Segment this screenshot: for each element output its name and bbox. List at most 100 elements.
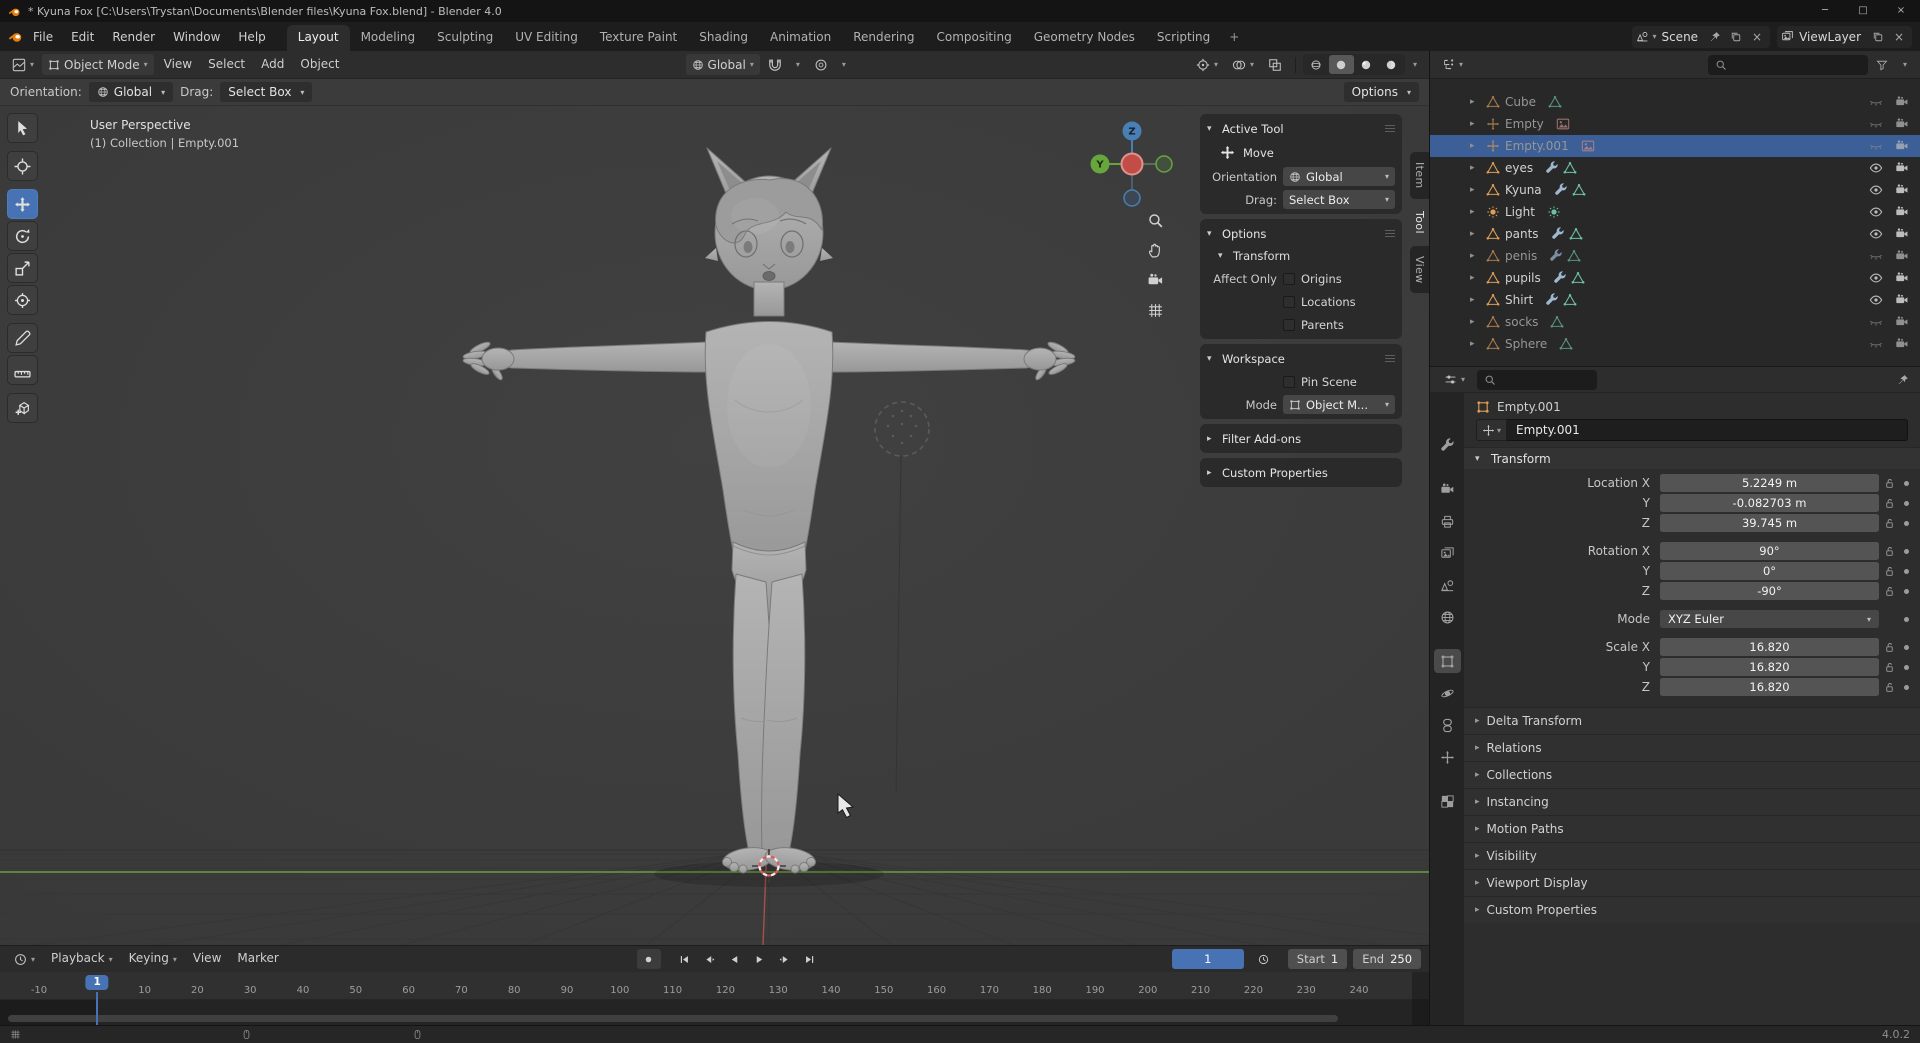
camera-view-button[interactable] bbox=[1147, 272, 1164, 289]
proportional-options-button[interactable]: ▾ bbox=[836, 58, 852, 71]
panel-header-filter-addons[interactable]: ▸ Filter Add-ons bbox=[1207, 427, 1395, 450]
disable-in-renders-toggle[interactable] bbox=[1891, 117, 1912, 131]
disable-in-renders-toggle[interactable] bbox=[1891, 227, 1912, 241]
checkbox[interactable] bbox=[1283, 319, 1295, 331]
play-button[interactable] bbox=[748, 949, 772, 969]
menu-edit[interactable]: Edit bbox=[62, 23, 103, 51]
timeline-menu-keying[interactable]: Keying▾ bbox=[121, 945, 185, 973]
shading-solid-button[interactable] bbox=[1329, 55, 1354, 74]
animate-toggle[interactable] bbox=[1899, 549, 1914, 554]
lock-toggle[interactable] bbox=[1879, 518, 1899, 529]
checkbox[interactable] bbox=[1283, 296, 1295, 308]
menu-window[interactable]: Window bbox=[164, 23, 229, 51]
view-layer-selector[interactable]: ViewLayer × bbox=[1777, 26, 1912, 48]
expand-icon[interactable]: ▸ bbox=[1470, 295, 1481, 305]
panel-delta-transform[interactable]: ▸Delta Transform bbox=[1464, 707, 1920, 734]
hide-in-viewport-toggle[interactable] bbox=[1865, 183, 1886, 197]
outliner-row-cube[interactable]: ▸Cube bbox=[1430, 91, 1920, 113]
hide-in-viewport-toggle[interactable] bbox=[1865, 249, 1886, 263]
hide-in-viewport-toggle[interactable] bbox=[1865, 117, 1886, 131]
start-frame-field[interactable]: Start 1 bbox=[1288, 949, 1347, 969]
checkbox[interactable] bbox=[1283, 273, 1295, 285]
expand-icon[interactable]: ▸ bbox=[1470, 317, 1481, 327]
outliner-row-empty-001[interactable]: ▸Empty.001 bbox=[1430, 135, 1920, 157]
outliner-row-socks[interactable]: ▸socks bbox=[1430, 311, 1920, 333]
panel-header-custom-properties[interactable]: ▸ Custom Properties bbox=[1207, 461, 1395, 484]
z-value-field[interactable]: 39.745 m bbox=[1660, 514, 1879, 532]
lock-toggle[interactable] bbox=[1879, 682, 1899, 693]
toggle-xray-button[interactable] bbox=[1262, 56, 1288, 74]
panel-motion-paths[interactable]: ▸Motion Paths bbox=[1464, 815, 1920, 842]
properties-tab-physics[interactable] bbox=[1434, 681, 1461, 705]
z-value-field[interactable]: -90° bbox=[1660, 582, 1879, 600]
snap-toggle[interactable] bbox=[762, 56, 788, 74]
hide-in-viewport-toggle[interactable] bbox=[1865, 95, 1886, 109]
maximize-button[interactable]: □ bbox=[1844, 0, 1882, 22]
minimize-button[interactable]: ─ bbox=[1806, 0, 1844, 22]
rotation-x-value-field[interactable]: 90° bbox=[1660, 542, 1879, 560]
shading-material-button[interactable] bbox=[1354, 55, 1379, 74]
disable-in-renders-toggle[interactable] bbox=[1891, 161, 1912, 175]
outliner-search-input[interactable] bbox=[1708, 55, 1868, 75]
properties-search-input[interactable] bbox=[1477, 370, 1597, 390]
expand-icon[interactable]: ▸ bbox=[1470, 251, 1481, 261]
viewport-menu-select[interactable]: Select bbox=[200, 51, 253, 78]
panel-transform-header[interactable]: ▾ Transform bbox=[1464, 447, 1920, 469]
timeline-ruler[interactable]: -101020304050607080901001101201301401501… bbox=[0, 972, 1429, 1000]
tool-add-cube[interactable] bbox=[7, 393, 38, 423]
show-overlays-button[interactable]: ▾ bbox=[1226, 56, 1260, 74]
outliner-options-button[interactable]: ▾ bbox=[1896, 56, 1914, 74]
zoom-button[interactable] bbox=[1147, 212, 1164, 229]
animate-toggle[interactable] bbox=[1899, 617, 1914, 622]
panel-drag-dropdown[interactable]: Select Box ▾ bbox=[1283, 190, 1395, 209]
outliner-row-light[interactable]: ▸Light bbox=[1430, 201, 1920, 223]
animate-toggle[interactable] bbox=[1899, 665, 1914, 670]
hide-in-viewport-toggle[interactable] bbox=[1865, 205, 1886, 219]
animate-toggle[interactable] bbox=[1899, 481, 1914, 486]
region-tab-item[interactable]: Item bbox=[1410, 152, 1429, 199]
hide-in-viewport-toggle[interactable] bbox=[1865, 227, 1886, 241]
outliner-row-empty[interactable]: ▸Empty bbox=[1430, 113, 1920, 135]
properties-tab-data[interactable] bbox=[1434, 745, 1461, 769]
panel-header-active-tool[interactable]: ▾ Active Tool bbox=[1207, 117, 1395, 140]
panel-custom-properties[interactable]: ▸Custom Properties bbox=[1464, 896, 1920, 923]
workspace-tab-sculpting[interactable]: Sculpting bbox=[426, 25, 504, 51]
outliner-row-shirt[interactable]: ▸Shirt bbox=[1430, 289, 1920, 311]
add-workspace-button[interactable]: + bbox=[1221, 25, 1247, 51]
tool-measure[interactable] bbox=[7, 355, 38, 385]
panel-header-options[interactable]: ▾ Options bbox=[1207, 222, 1395, 245]
y-value-field[interactable]: -0.082703 m bbox=[1660, 494, 1879, 512]
disable-in-renders-toggle[interactable] bbox=[1891, 95, 1912, 109]
play-reverse-button[interactable] bbox=[723, 949, 747, 969]
lock-toggle[interactable] bbox=[1879, 546, 1899, 557]
timeline-scrollbar[interactable] bbox=[8, 1015, 1338, 1022]
hide-in-viewport-toggle[interactable] bbox=[1865, 315, 1886, 329]
scene-selector[interactable]: ▾ Scene × bbox=[1632, 26, 1770, 48]
animate-toggle[interactable] bbox=[1899, 501, 1914, 506]
hide-in-viewport-toggle[interactable] bbox=[1865, 337, 1886, 351]
timeline-menu-marker[interactable]: Marker bbox=[229, 945, 286, 973]
shading-wireframe-button[interactable] bbox=[1304, 55, 1329, 74]
browse-object-button[interactable]: ▾ bbox=[1476, 419, 1507, 441]
hide-in-viewport-toggle[interactable] bbox=[1865, 293, 1886, 307]
outliner-row-eyes[interactable]: ▸eyes bbox=[1430, 157, 1920, 179]
checkbox[interactable] bbox=[1283, 376, 1295, 388]
workspace-tab-modeling[interactable]: Modeling bbox=[350, 25, 427, 51]
properties-tab-texture[interactable] bbox=[1434, 789, 1461, 813]
properties-tab-constraints[interactable] bbox=[1434, 713, 1461, 737]
panel-viewport-display[interactable]: ▸Viewport Display bbox=[1464, 869, 1920, 896]
preview-range-toggle[interactable] bbox=[1252, 949, 1276, 969]
workspace-mode-dropdown[interactable]: Object M... ▾ bbox=[1283, 395, 1395, 414]
toggle-pin-scene[interactable]: Pin Scene bbox=[1283, 375, 1357, 389]
location-x-value-field[interactable]: 5.2249 m bbox=[1660, 474, 1879, 492]
axis-x-ball[interactable] bbox=[1122, 154, 1143, 175]
navigation-gizmo[interactable]: Z Y bbox=[1086, 114, 1178, 217]
orientation-dropdown[interactable]: Global ▾ bbox=[89, 82, 173, 102]
outliner-row-pupils[interactable]: ▸pupils bbox=[1430, 267, 1920, 289]
snap-options-button[interactable]: ▾ bbox=[790, 58, 806, 71]
lock-toggle[interactable] bbox=[1879, 586, 1899, 597]
properties-tab-render[interactable] bbox=[1434, 477, 1461, 501]
outliner-row-pants[interactable]: ▸pants bbox=[1430, 223, 1920, 245]
expand-icon[interactable]: ▸ bbox=[1470, 141, 1481, 151]
y-value-field[interactable]: 16.820 bbox=[1660, 658, 1879, 676]
